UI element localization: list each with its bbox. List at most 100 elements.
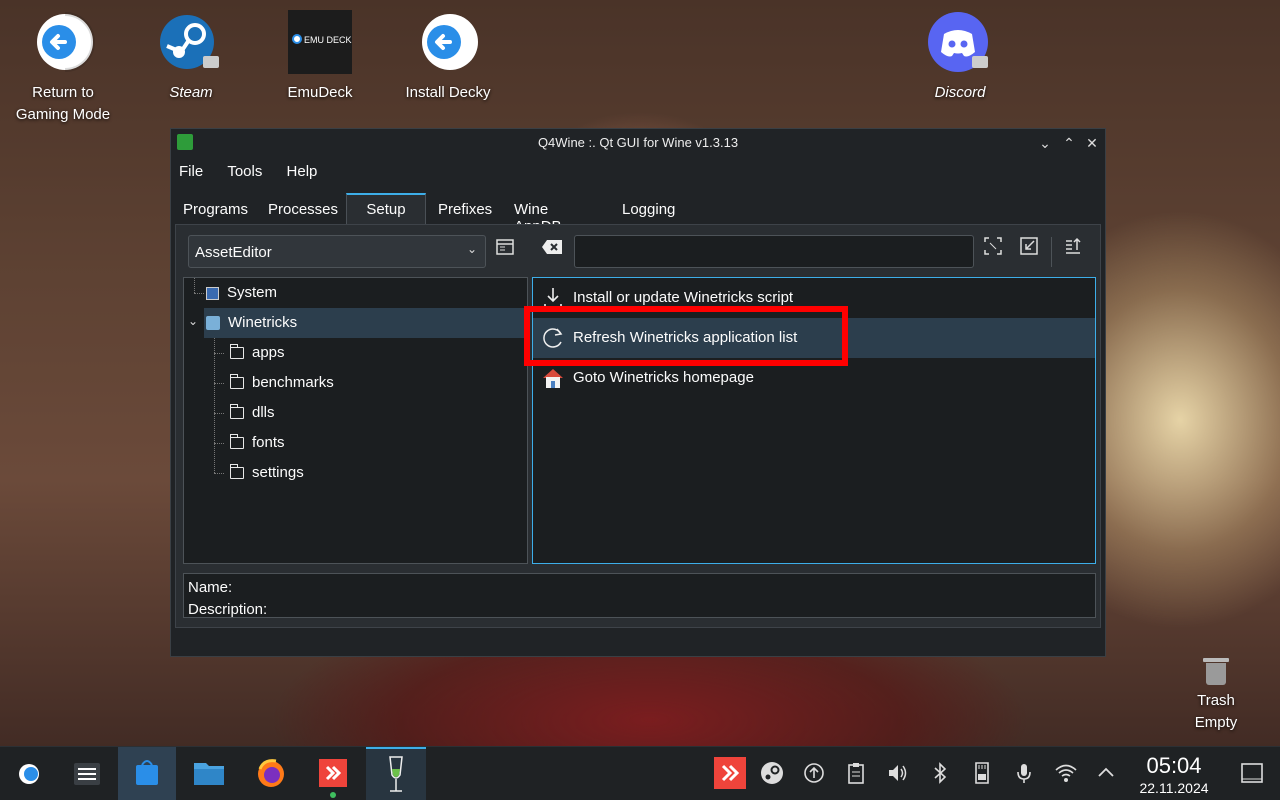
- q4wine-task-icon[interactable]: [366, 747, 426, 800]
- folder-icon: [229, 464, 244, 480]
- folder-icon: [229, 344, 244, 360]
- home-icon: [541, 366, 565, 390]
- toolbar-separator: [1051, 237, 1052, 267]
- info-description-label: Description:: [188, 601, 268, 618]
- tree-item-label: dlls: [252, 404, 275, 421]
- sd-card-icon[interactable]: [970, 761, 994, 785]
- desktop-icon-label: Discord: [934, 84, 986, 101]
- desktop-icon-trash[interactable]: Trash Empty: [1161, 656, 1271, 734]
- tree-guide: [214, 473, 224, 474]
- desktop-icon-emudeck[interactable]: EMU DECK EmuDeck: [265, 10, 375, 104]
- tree-guide: [214, 443, 224, 444]
- overview-icon[interactable]: [58, 747, 116, 800]
- title-bar[interactable]: Q4Wine :. Qt GUI for Wine v1.3.13 ⌄ ⌃ ✕: [171, 129, 1105, 157]
- steam-icon: [159, 12, 223, 76]
- show-desktop-icon[interactable]: [1240, 761, 1264, 785]
- clipboard-icon[interactable]: [844, 761, 868, 785]
- tree-item-settings[interactable]: settings: [229, 458, 304, 488]
- emudeck-logo-text: EMU DECK: [304, 35, 352, 45]
- folder-icon: [229, 434, 244, 450]
- tree-item-apps[interactable]: apps: [229, 338, 285, 368]
- menu-help[interactable]: Help: [287, 163, 318, 180]
- info-name-label: Name:: [188, 579, 233, 596]
- file-manager-icon[interactable]: [180, 747, 238, 800]
- sort-icon[interactable]: [1059, 237, 1087, 265]
- tree-item-fonts[interactable]: fonts: [229, 428, 285, 458]
- trash-status: Empty: [1194, 714, 1238, 731]
- return-arrow-icon: [416, 12, 480, 76]
- tab-prefixes[interactable]: Prefixes: [438, 195, 492, 225]
- desktop-icon-label: EmuDeck: [287, 84, 353, 101]
- desktop-icon-discord[interactable]: Discord: [905, 12, 1015, 104]
- tab-programs[interactable]: Programs: [183, 195, 248, 225]
- firefox-icon[interactable]: [242, 747, 300, 800]
- desktop-icon-label: Install Decky: [405, 84, 491, 101]
- tree-item-label: settings: [252, 464, 304, 481]
- tree-item-label: System: [227, 284, 278, 301]
- search-input[interactable]: [574, 235, 974, 268]
- clock[interactable]: 05:04 22.11.2024: [1128, 753, 1220, 797]
- wifi-icon[interactable]: [1054, 761, 1078, 785]
- update-icon[interactable]: [802, 761, 826, 785]
- return-arrow-icon: [31, 12, 95, 76]
- tab-logging[interactable]: Logging: [622, 195, 675, 225]
- desktop-icon-steam[interactable]: Steam: [136, 12, 246, 104]
- desktop-icon-install-decky[interactable]: Install Decky: [393, 12, 503, 104]
- desktop-icon-return-gaming[interactable]: Return to Gaming Mode: [8, 12, 118, 126]
- anydesk-icon[interactable]: [304, 747, 362, 800]
- setup-panel: AssetEditor ⌄ System Winetricks ⌄ apps b…: [175, 224, 1101, 628]
- tree-item-winetricks[interactable]: Winetricks: [204, 308, 528, 338]
- tab-setup[interactable]: Setup: [346, 193, 426, 226]
- tree-item-label: Winetricks: [228, 314, 298, 331]
- tree-guide: [194, 293, 204, 294]
- bluetooth-icon[interactable]: [928, 761, 952, 785]
- close-icon[interactable]: ✕: [1082, 133, 1102, 153]
- maximize-icon[interactable]: ⌃: [1059, 133, 1079, 153]
- menu-bar: File Tools Help: [179, 163, 337, 187]
- collapse-all-icon[interactable]: [1015, 237, 1043, 265]
- anydesk-tray-icon[interactable]: [714, 757, 746, 789]
- view-options-icon[interactable]: [491, 237, 519, 265]
- tab-processes[interactable]: Processes: [268, 195, 338, 225]
- prefix-combo[interactable]: AssetEditor ⌄: [188, 235, 486, 268]
- clock-time: 05:04: [1146, 753, 1202, 778]
- menu-tools[interactable]: Tools: [227, 163, 262, 180]
- tree-guide: [214, 413, 224, 414]
- tree-item-label: fonts: [252, 434, 285, 451]
- tree-item-benchmarks[interactable]: benchmarks: [229, 368, 334, 398]
- discover-icon[interactable]: [118, 747, 176, 800]
- system-icon: [206, 286, 219, 300]
- folder-icon: [229, 404, 244, 420]
- clock-date: 22.11.2024: [1139, 780, 1209, 796]
- minimize-icon[interactable]: ⌄: [1035, 133, 1055, 153]
- tab-wine-appdb[interactable]: Wine AppDB: [514, 195, 562, 235]
- clear-search-icon[interactable]: [538, 237, 566, 265]
- tree-guide: [214, 353, 224, 354]
- app-launcher-icon[interactable]: [0, 747, 58, 800]
- steam-tray-icon[interactable]: [760, 761, 784, 785]
- tree-guide: [194, 278, 195, 293]
- highlight-box: [524, 306, 848, 366]
- tree-guide: [214, 338, 215, 473]
- discord-icon: [928, 12, 992, 76]
- tree-guide: [214, 383, 224, 384]
- microphone-icon[interactable]: [1012, 761, 1036, 785]
- list-item-label: Install or update Winetricks script: [573, 289, 794, 306]
- desktop-icon-label: Return to Gaming Mode: [15, 84, 111, 123]
- trash-icon: [1203, 656, 1229, 686]
- folder-icon: [229, 374, 244, 390]
- category-tree: System Winetricks ⌄ apps benchmarks dlls: [183, 277, 528, 564]
- tree-item-dlls[interactable]: dlls: [229, 398, 275, 428]
- info-box: Name: Description:: [183, 573, 1096, 618]
- tree-item-label: benchmarks: [252, 374, 334, 391]
- menu-file[interactable]: File: [179, 163, 203, 180]
- chevron-down-icon[interactable]: ⌄: [188, 314, 198, 328]
- volume-icon[interactable]: [886, 761, 910, 785]
- tree-item-system[interactable]: System: [206, 278, 526, 308]
- tree-item-label: apps: [252, 344, 285, 361]
- chevron-up-icon[interactable]: [1094, 761, 1118, 785]
- chevron-down-icon: ⌄: [466, 242, 477, 256]
- trash-label: Trash: [1197, 692, 1235, 709]
- expand-all-icon[interactable]: [979, 237, 1007, 265]
- emudeck-icon: EMU DECK: [288, 10, 352, 74]
